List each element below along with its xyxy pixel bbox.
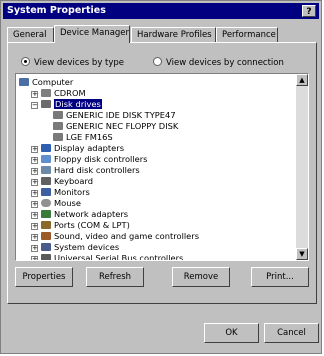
tree-item-label: Computer: [32, 77, 74, 87]
tree-item-label: Disk drives: [54, 99, 102, 109]
tree-item-label: Keyboard: [54, 176, 94, 186]
tree-scrollbar[interactable]: ▲ ▼: [296, 74, 308, 260]
monitor-icon: [41, 188, 51, 196]
expand-icon[interactable]: +: [31, 201, 38, 208]
tree-item-label: Floppy disk controllers: [54, 154, 148, 164]
disk-icon: [53, 111, 63, 119]
tab-performance[interactable]: Performance: [216, 27, 278, 42]
tree-item[interactable]: GENERIC NEC FLOPPY DISK: [43, 121, 178, 132]
expand-icon[interactable]: +: [31, 91, 38, 98]
tree-item-label: GENERIC IDE DISK TYPE47: [66, 110, 176, 120]
tree-item[interactable]: + Keyboard: [31, 176, 93, 187]
usb-icon: [41, 254, 51, 260]
tree-item[interactable]: + Sound, video and game controllers: [31, 231, 199, 242]
cancel-button[interactable]: Cancel: [264, 323, 319, 343]
tree-item-label: Sound, video and game controllers: [54, 231, 200, 241]
view-by-connection-option[interactable]: View devices by connection: [153, 57, 284, 68]
hard-disk-controller-icon: [41, 166, 51, 174]
keyboard-icon: [41, 177, 51, 185]
tree-item[interactable]: + Mouse: [31, 198, 81, 209]
network-adapter-icon: [41, 210, 51, 218]
tree-item[interactable]: + Ports (COM & LPT): [31, 220, 130, 231]
tree-item[interactable]: + System devices: [31, 242, 119, 253]
view-by-connection-label: View devices by connection: [166, 58, 284, 68]
tab-device-manager[interactable]: Device Manager: [54, 25, 130, 43]
view-by-connection-radio[interactable]: [153, 57, 162, 66]
expand-icon[interactable]: +: [31, 146, 38, 153]
tree-item-label: Display adapters: [54, 143, 125, 153]
expand-icon[interactable]: +: [31, 234, 38, 241]
tree-item[interactable]: LGE FM16S: [43, 132, 113, 143]
expand-icon[interactable]: +: [31, 190, 38, 197]
help-button[interactable]: ?: [302, 5, 316, 17]
display-adapter-icon: [41, 144, 51, 152]
expand-icon[interactable]: +: [31, 168, 38, 175]
scroll-down-button[interactable]: ▼: [296, 248, 308, 260]
refresh-button[interactable]: Refresh: [86, 267, 144, 287]
tree-item[interactable]: + Monitors: [31, 187, 90, 198]
expand-icon[interactable]: +: [31, 157, 38, 164]
device-tree[interactable]: Computer + CDROM − Disk drives GENERIC IDE DI…: [15, 73, 309, 261]
expand-icon[interactable]: +: [31, 245, 38, 252]
remove-button[interactable]: Remove: [172, 267, 230, 287]
tree-item-label: CDROM: [54, 88, 86, 98]
tree-item-label: Monitors: [54, 187, 90, 197]
cdrom-icon: [41, 89, 51, 97]
tree-item[interactable]: + Display adapters: [31, 143, 124, 154]
collapse-icon[interactable]: −: [31, 102, 38, 109]
tree-item[interactable]: + Floppy disk controllers: [31, 154, 147, 165]
tab-general[interactable]: General: [7, 27, 54, 42]
tree-item[interactable]: + CDROM: [31, 88, 86, 99]
title-bar[interactable]: System Properties ?: [3, 3, 319, 19]
tree-item-label: Mouse: [54, 198, 81, 208]
floppy-controller-icon: [41, 155, 51, 163]
tree-item[interactable]: + Network adapters: [31, 209, 128, 220]
window-title: System Properties: [7, 5, 106, 16]
view-by-type-option[interactable]: View devices by type: [21, 57, 124, 68]
expand-icon[interactable]: +: [31, 179, 38, 186]
expand-icon[interactable]: +: [31, 212, 38, 219]
tree-item[interactable]: − Disk drives: [31, 99, 102, 110]
tree-item[interactable]: Computer: [19, 77, 73, 88]
tree-item-label: GENERIC NEC FLOPPY DISK: [66, 121, 179, 131]
tree-item-label: Network adapters: [54, 209, 129, 219]
computer-icon: [19, 78, 29, 86]
print-button[interactable]: Print...: [251, 267, 309, 287]
ok-button[interactable]: OK: [204, 323, 259, 343]
expand-icon[interactable]: +: [31, 223, 38, 230]
tab-hardware-profiles[interactable]: Hardware Profiles: [131, 27, 216, 42]
expand-icon[interactable]: +: [31, 256, 38, 260]
tree-item-label: Ports (COM & LPT): [54, 220, 130, 230]
tree-item-label: LGE FM16S: [66, 132, 113, 142]
tree-item[interactable]: + Hard disk controllers: [31, 165, 140, 176]
tree-item-label: System devices: [54, 242, 120, 252]
tree-item-label: Universal Serial Bus controllers: [54, 253, 184, 261]
tree-item[interactable]: GENERIC IDE DISK TYPE47: [43, 110, 176, 121]
disk-icon: [53, 122, 63, 130]
disk-icon: [53, 133, 63, 141]
properties-button[interactable]: Properties: [15, 267, 73, 287]
tree-item-label: Hard disk controllers: [54, 165, 140, 175]
tree-item[interactable]: + Universal Serial Bus controllers: [31, 253, 184, 261]
disk-drives-icon: [41, 100, 51, 108]
system-properties-window: System Properties ? General Device Manag…: [0, 0, 322, 354]
scroll-up-button[interactable]: ▲: [296, 74, 308, 86]
system-devices-icon: [41, 243, 51, 251]
view-by-type-radio[interactable]: [21, 57, 30, 66]
ports-icon: [41, 221, 51, 229]
sound-icon: [41, 232, 51, 240]
view-by-type-label: View devices by type: [34, 58, 125, 68]
mouse-icon: [41, 199, 51, 207]
